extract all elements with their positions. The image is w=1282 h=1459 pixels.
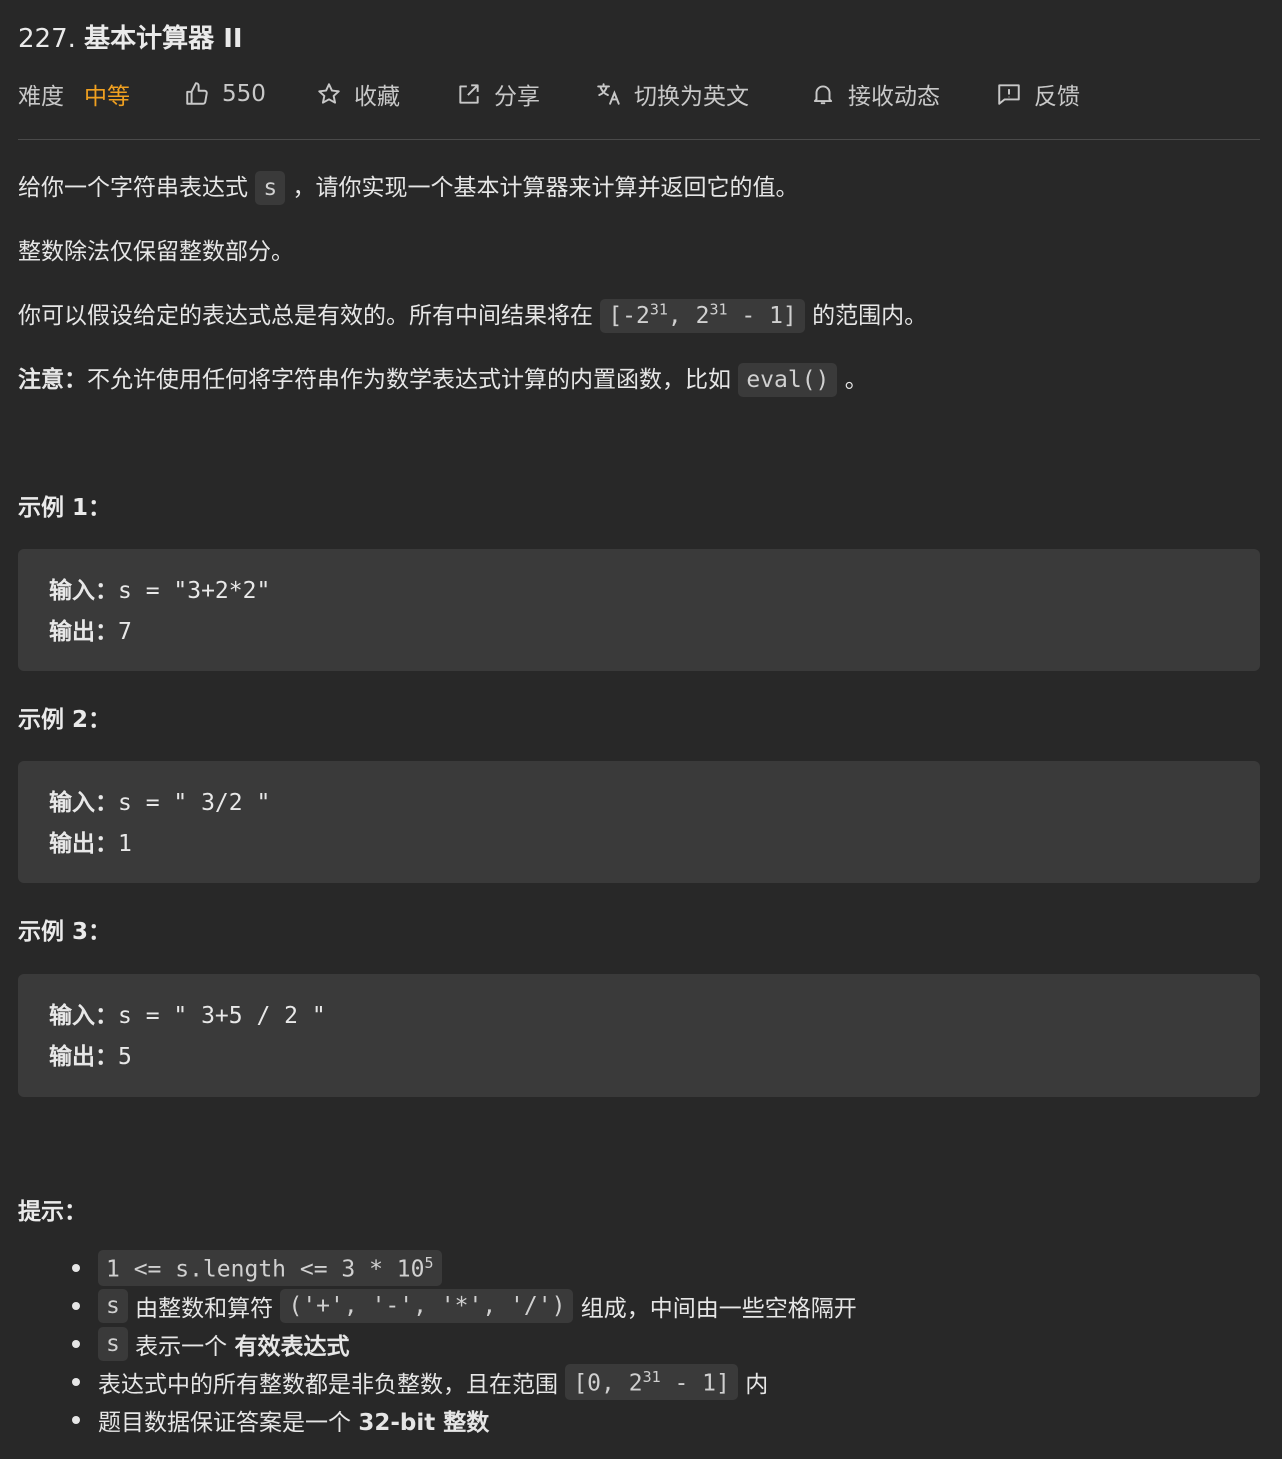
output-value: 7 [118,619,132,645]
problem-name: 基本计算器 II [84,24,243,54]
star-icon [318,83,340,104]
input-value: s = "3+2*2" [118,578,271,604]
subscribe-label: 接收动态 [848,84,940,110]
bullet [72,1340,80,1348]
code-sup: 31 [649,300,668,319]
inline-code: eval() [738,363,838,397]
switch-language-label: 切换为英文 [634,84,749,110]
collect-button[interactable]: 收藏 [316,76,400,112]
example-input: 输入：s = " 3+5 / 2 " [49,996,326,1030]
range-code: [-231, 231 - 1] [600,299,805,333]
code-part: 1 <= s.length <= 3 * 10 [106,1256,425,1283]
hint-code: s [98,1327,128,1361]
note-label: 注意： [18,367,87,393]
code-sup: 31 [709,300,728,319]
switch-language-button[interactable]: 切换为英文 [596,76,749,112]
desc-text: 给你一个字符串表达式 [18,175,248,201]
share-icon [459,84,479,104]
desc-text: 你可以假设给定的表达式总是有效的。所有中间结果将在 [18,303,593,329]
hint-code: s [98,1289,128,1323]
hint-item: s 由整数和算符 ('+', '-', '*', '/') 组成，中间由一些空格… [72,1288,857,1324]
input-label: 输入： [49,790,118,816]
output-value: 5 [118,1044,132,1070]
hint-item: 1 <= s.length <= 3 * 105 [72,1249,442,1287]
hint-code: [0, 231 - 1] [565,1363,738,1401]
hint-text: 表达式中的所有整数都是非负整数，且在范围 [98,1372,558,1398]
hint-text: 由整数和算符 [135,1296,274,1322]
output-label: 输出： [49,619,118,645]
input-label: 输入： [49,578,118,604]
example-1-block: 输入：s = "3+2*2" 输出：7 [18,549,1260,671]
code-part: [0, 2 [573,1370,643,1397]
thumbs-up-icon [186,82,208,105]
example-output: 输出：5 [49,1037,132,1071]
problem-title: 227. 基本计算器 II [18,18,243,55]
hint-text: 内 [745,1372,769,1398]
input-label: 输入： [49,1003,118,1029]
input-value: s = " 3+5 / 2 " [118,1003,326,1029]
difficulty-label: 难度 [18,84,64,110]
example-3-block: 输入：s = " 3+5 / 2 " 输出：5 [18,974,1260,1097]
example-input: 输入：s = " 3/2 " [49,783,270,817]
example-output: 输出：7 [49,612,132,646]
output-value: 1 [118,831,132,857]
code-part: [-2 [608,303,650,329]
bell-icon [813,85,833,105]
example-3-title: 示例 3： [18,919,112,945]
problem-number: 227. [18,24,76,54]
desc-text: ，请你实现一个基本计算器来计算并返回它的值。 [292,175,799,201]
feedback-icon [998,84,1020,105]
bullet [72,1416,80,1424]
description-p3: 你可以假设给定的表达式总是有效的。所有中间结果将在 [-231, 231 - 1… [18,296,928,333]
subscribe-button[interactable]: 接收动态 [810,76,940,112]
description-p2: 整数除法仅保留整数部分。 [18,239,294,265]
share-button[interactable]: 分享 [456,76,540,112]
hint-code: ('+', '-', '*', '/') [280,1289,574,1323]
hint-code: 1 <= s.length <= 3 * 105 [98,1249,442,1287]
code-part: - 1] [660,1370,730,1397]
example-2-title: 示例 2： [18,707,112,733]
code-part: , 2 [667,303,710,329]
code-sup: 31 [642,1367,661,1386]
difficulty: 难度 中等 [18,76,130,112]
example-input: 输入：s = "3+2*2" [49,571,270,605]
hint-item: 表达式中的所有整数都是非负整数，且在范围 [0, 231 - 1] 内 [72,1363,769,1401]
bullet [72,1378,80,1386]
bullet [72,1302,80,1310]
share-label: 分享 [494,84,540,110]
example-output: 输出：1 [49,824,132,858]
output-label: 输出： [49,831,118,857]
input-value: s = " 3/2 " [118,790,271,816]
like-button[interactable]: 550 [184,76,266,112]
difficulty-value: 中等 [84,84,130,110]
hint-item: s 表示一个 有效表达式 [72,1326,349,1362]
description-note: 注意：不允许使用任何将字符串作为数学表达式计算的内置函数，比如 eval() 。 [18,360,868,397]
divider [18,139,1260,140]
hint-bold: 32-bit 整数 [358,1410,490,1436]
code-sup: 5 [424,1253,434,1272]
hint-text: 表示一个 [135,1334,228,1360]
example-2-block: 输入：s = " 3/2 " 输出：1 [18,761,1260,883]
like-count: 550 [222,81,266,107]
feedback-label: 反馈 [1034,84,1080,110]
example-1-title: 示例 1： [18,495,112,521]
inline-code: s [255,171,286,205]
hint-text: 题目数据保证答案是一个 [98,1410,351,1436]
bullet [72,1264,80,1272]
collect-label: 收藏 [354,84,400,110]
description-p1: 给你一个字符串表达式 s ，请你实现一个基本计算器来计算并返回它的值。 [18,168,799,205]
hint-bold: 有效表达式 [234,1334,350,1360]
desc-text: 的范围内。 [812,303,928,329]
note-end: 。 [844,367,868,393]
translate-icon [597,83,620,105]
code-part: - 1] [727,303,797,329]
feedback-button[interactable]: 反馈 [996,76,1080,112]
hint-text: 组成，中间由一些空格隔开 [580,1296,857,1322]
hint-item: 题目数据保证答案是一个 32-bit 整数 [72,1402,489,1438]
output-label: 输出： [49,1044,118,1070]
note-text: 不允许使用任何将字符串作为数学表达式计算的内置函数，比如 [87,367,731,393]
hints-title: 提示： [18,1199,87,1225]
